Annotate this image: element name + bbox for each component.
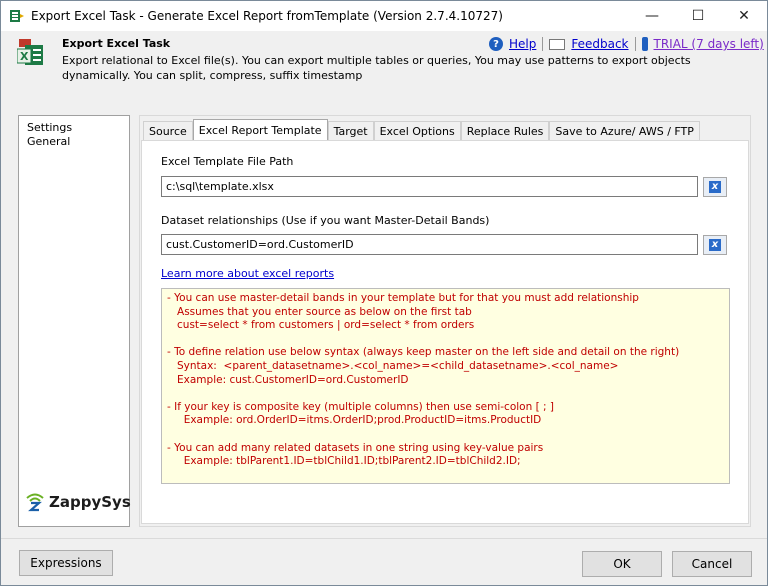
minimize-button[interactable]: — <box>629 1 675 31</box>
tab-excel-options[interactable]: Excel Options <box>373 121 461 141</box>
note-line: Example: cust.CustomerID=ord.CustomerID <box>167 373 409 386</box>
settings-nav-tree[interactable]: Settings General <box>27 121 72 149</box>
template-path-label: Excel Template File Path <box>161 155 294 168</box>
task-title: Export Excel Task <box>62 37 171 50</box>
note-line: - You can add many related datasets in o… <box>167 441 544 454</box>
relationships-input[interactable]: cust.CustomerID=ord.CustomerID <box>161 234 698 255</box>
feedback-link[interactable]: Feedback <box>571 37 628 51</box>
help-notes-box: - You can use master-detail bands in you… <box>161 288 730 484</box>
dialog-window: Export Excel Task - Generate Excel Repor… <box>0 0 768 586</box>
tab-source[interactable]: Source <box>143 121 193 141</box>
logo-text: ZappySys <box>49 493 131 511</box>
clear-relationships-button[interactable]: x <box>703 235 727 255</box>
note-line: Assumes that you enter source as below o… <box>167 305 472 318</box>
learn-more-link[interactable]: Learn more about excel reports <box>161 267 334 280</box>
nav-item-general[interactable]: General <box>27 135 72 149</box>
divider <box>542 37 544 51</box>
clear-template-path-button[interactable]: x <box>703 177 727 197</box>
task-description: Export relational to Excel file(s). You … <box>62 54 691 82</box>
note-line: Syntax: <parent_datasetname>.<col_name>=… <box>167 359 619 372</box>
note-line <box>167 387 724 401</box>
note-line: - You can use master-detail bands in you… <box>167 292 639 304</box>
note-line: - To define relation use below syntax (a… <box>167 346 680 359</box>
settings-nav-panel: Settings General ZappySys <box>18 115 131 527</box>
ok-button[interactable]: OK <box>582 551 662 577</box>
maximize-button[interactable]: ☐ <box>675 1 721 31</box>
note-line: - If your key is composite key (multiple… <box>167 400 554 413</box>
header-links: ? Help Feedback TRIAL (7 days left) <box>489 37 764 51</box>
cancel-button[interactable]: Cancel <box>672 551 752 577</box>
relationships-label: Dataset relationships (Use if you want M… <box>161 214 490 227</box>
zappysys-logo-icon <box>26 493 44 512</box>
svg-text:X: X <box>20 50 29 63</box>
help-icon: ? <box>489 37 503 51</box>
note-line: cust=select * from customers | ord=selec… <box>167 319 475 332</box>
info-icon <box>641 37 648 51</box>
clear-field-icon: x <box>709 181 721 193</box>
excel-report-template-panel: Excel Template File Path c:\sql\template… <box>141 140 749 524</box>
tab-target[interactable]: Target <box>327 121 374 141</box>
tab-excel-report-template[interactable]: Excel Report Template <box>192 119 328 142</box>
title-bar[interactable]: Export Excel Task - Generate Excel Repor… <box>1 1 767 31</box>
zappysys-logo: ZappySys <box>25 492 131 512</box>
trial-link[interactable]: TRIAL (7 days left) <box>654 37 764 51</box>
note-line <box>167 428 724 442</box>
divider <box>634 37 636 51</box>
note-line: Example: ord.OrderID=itms.OrderID;prod.P… <box>167 414 542 427</box>
mail-icon <box>549 38 566 50</box>
expressions-button[interactable]: Expressions <box>19 550 113 576</box>
content-area: Source Excel Report Template Target Exce… <box>139 115 751 527</box>
window-title: Export Excel Task - Generate Excel Repor… <box>31 9 503 23</box>
footer-divider <box>1 538 767 539</box>
nav-item-settings[interactable]: Settings <box>27 121 72 135</box>
template-path-input[interactable]: c:\sql\template.xlsx <box>161 176 698 197</box>
help-link[interactable]: Help <box>509 37 536 51</box>
task-header: X Export Excel Task Export relational to… <box>1 31 767 105</box>
tab-strip: Source Excel Report Template Target Exce… <box>143 119 700 142</box>
tab-replace-rules[interactable]: Replace Rules <box>460 121 550 141</box>
export-excel-app-icon <box>10 10 24 22</box>
close-button[interactable]: ✕ <box>721 1 767 31</box>
note-line <box>167 333 724 347</box>
clear-field-icon: x <box>709 239 721 251</box>
note-line: Example: tblParent1.ID=tblChild1.ID;tblP… <box>167 455 521 468</box>
excel-task-icon: X <box>17 39 43 65</box>
tab-save-to-cloud[interactable]: Save to Azure/ AWS / FTP <box>549 121 700 141</box>
